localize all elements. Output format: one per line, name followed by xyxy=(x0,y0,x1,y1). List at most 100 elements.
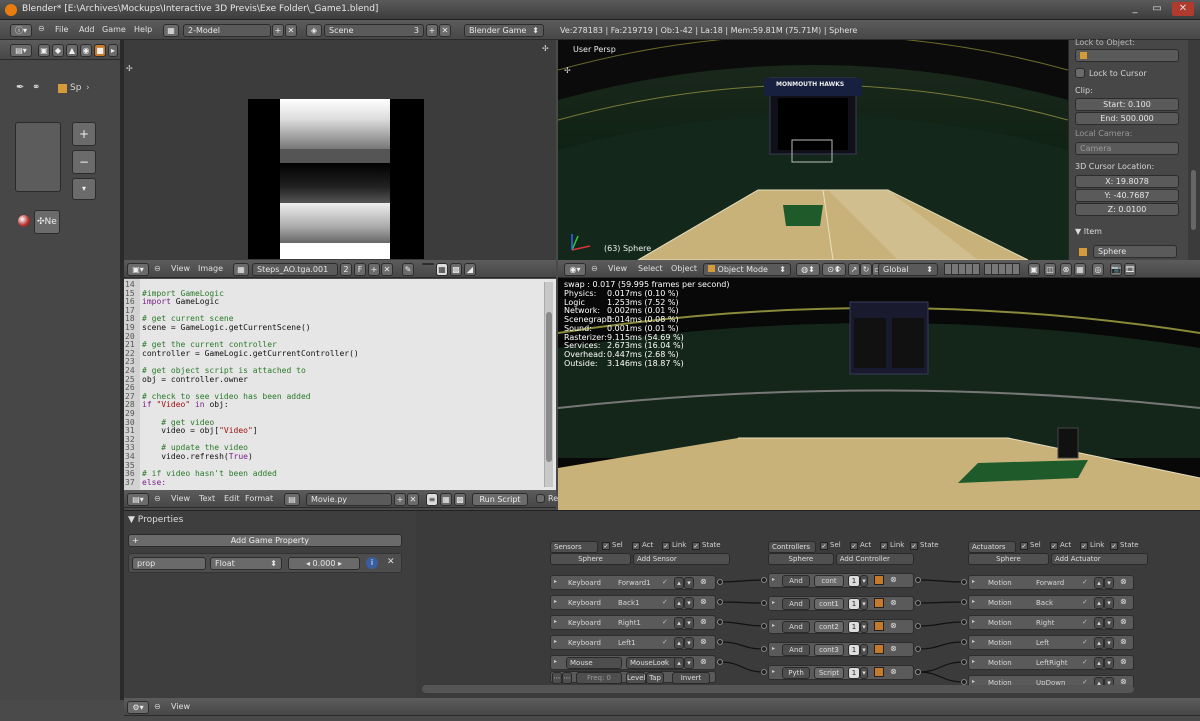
property-name-field[interactable]: prop xyxy=(132,557,206,570)
local-camera-field[interactable]: Camera xyxy=(1075,142,1179,155)
pin-icon[interactable]: ✓ xyxy=(662,658,668,666)
expand-arrow-icon[interactable]: ▸ xyxy=(772,576,775,583)
curves-button[interactable]: ◢ xyxy=(464,263,476,276)
move-down-button[interactable]: ▾ xyxy=(1104,577,1114,589)
level-button[interactable]: Level xyxy=(626,672,646,684)
toolbar-icon-6[interactable]: ▸ xyxy=(108,44,118,57)
image-remove-button[interactable]: ✕ xyxy=(381,263,393,276)
render-only-button[interactable]: ◫ xyxy=(1044,263,1056,276)
menu-file[interactable]: File xyxy=(55,24,68,36)
filter-checkbox[interactable]: ✓ xyxy=(602,542,610,550)
editor-type-info-button[interactable]: ⓘ▾ xyxy=(10,24,32,37)
expand-arrow-icon[interactable]: ▸ xyxy=(772,668,775,675)
editor-type-text-button[interactable]: ▤▾ xyxy=(127,493,149,506)
move-up-button[interactable]: ▴ xyxy=(674,597,684,609)
filter-checkbox[interactable]: ✓ xyxy=(632,542,640,550)
cursor-x-field[interactable]: X: 19.8078 xyxy=(1075,175,1179,188)
corner-widget-icon[interactable]: ✢ xyxy=(126,64,133,73)
logic-type-dropdown[interactable]: Actuators xyxy=(968,541,1016,553)
expand-arrow-icon[interactable]: ▸ xyxy=(972,578,975,585)
orientation-dropdown[interactable]: Global⬍ xyxy=(878,263,938,276)
logic-hscrollbar[interactable] xyxy=(422,685,1134,693)
item-panel-toggle[interactable]: ▼ Item xyxy=(1075,227,1102,236)
remove-brick-button[interactable]: ⊗ xyxy=(700,637,707,646)
menu-edit[interactable]: Edit xyxy=(224,493,240,505)
viewport-shading-dropdown[interactable]: ◍⬍ xyxy=(796,263,820,276)
controller-type-dropdown[interactable]: And xyxy=(782,644,810,656)
text-remove-button[interactable]: ✕ xyxy=(407,493,419,506)
move-up-button[interactable]: ▴ xyxy=(1094,617,1104,629)
material-slot-list[interactable] xyxy=(15,122,61,192)
property-type-dropdown[interactable]: Float⬍ xyxy=(210,557,282,570)
clip-start-field[interactable]: Start: 0.100 xyxy=(1075,98,1179,111)
move-down-button[interactable]: ▾ xyxy=(1104,657,1114,669)
opengl-anim-button[interactable]: 🎞 xyxy=(1124,263,1136,276)
preference-icon[interactable] xyxy=(874,644,884,654)
corner-widget-icon[interactable]: ✢ xyxy=(564,66,571,75)
snap-element-dropdown[interactable]: ▦ xyxy=(1074,263,1086,276)
text-browse-icon[interactable]: ▤ xyxy=(284,493,300,506)
screen-layout-field[interactable]: 2-Model xyxy=(183,24,271,37)
pulse-true-button[interactable]: ⋯ xyxy=(552,672,562,684)
filter-checkbox[interactable]: ✓ xyxy=(1110,542,1118,550)
filter-checkbox[interactable]: ✓ xyxy=(1080,542,1088,550)
corner-widget-icon[interactable]: ✢ xyxy=(542,44,549,53)
menu-object[interactable]: Object xyxy=(671,263,697,275)
text-scrollbar[interactable] xyxy=(544,282,553,487)
scene-icon[interactable]: ◈ xyxy=(306,24,322,37)
controller-name-field[interactable]: cont xyxy=(814,575,844,587)
filter-checkbox[interactable]: ✓ xyxy=(850,542,858,550)
image-users-count[interactable]: 2 xyxy=(340,263,352,276)
menu-view[interactable]: View xyxy=(171,701,190,713)
pin-icon[interactable]: ✓ xyxy=(662,598,668,606)
controller-name-field[interactable]: cont1 xyxy=(814,598,844,610)
move-up-button[interactable]: ▴ xyxy=(1094,597,1104,609)
collapse-menu-icon[interactable]: ⊖ xyxy=(591,264,598,273)
text-add-button[interactable]: + xyxy=(394,493,406,506)
controller-name-field[interactable]: Script xyxy=(814,667,844,679)
expand-arrow-icon[interactable]: ▸ xyxy=(972,618,975,625)
info-icon[interactable]: i xyxy=(366,557,378,569)
pin-icon[interactable]: ✓ xyxy=(1082,578,1088,586)
menu-view[interactable]: View xyxy=(171,263,190,275)
layer-buttons-1[interactable] xyxy=(944,263,980,275)
remove-property-button[interactable]: ✕ xyxy=(387,557,395,567)
preference-icon[interactable] xyxy=(874,621,884,631)
toolbar-icon-3[interactable]: ▲ xyxy=(66,44,78,57)
slot-menu-button[interactable]: ▾ xyxy=(72,178,96,200)
collapse-menu-icon[interactable]: ⊖ xyxy=(154,264,161,273)
remove-brick-button[interactable]: ⊗ xyxy=(700,577,707,586)
filter-checkbox[interactable]: ✓ xyxy=(662,542,670,550)
expand-arrow-icon[interactable]: ▸ xyxy=(554,618,557,625)
filter-checkbox[interactable]: ✓ xyxy=(820,542,828,550)
screen-remove-button[interactable]: ✕ xyxy=(285,24,297,37)
n-panel-scrollbar[interactable] xyxy=(1188,40,1200,260)
translate-manipulator[interactable]: ↗ xyxy=(848,263,860,276)
state-menu-button[interactable]: ▾ xyxy=(860,644,868,656)
add-logic-brick-dropdown[interactable]: Add Controller xyxy=(836,553,914,565)
render-engine-dropdown[interactable]: Blender Game⬍ xyxy=(464,24,544,37)
controller-type-dropdown[interactable]: And xyxy=(782,575,810,587)
maximize-button[interactable]: ▭ xyxy=(1150,2,1164,16)
remove-brick-button[interactable]: ⊗ xyxy=(700,617,707,626)
controller-state-field[interactable]: 1 xyxy=(848,621,860,633)
move-up-button[interactable]: ▴ xyxy=(674,637,684,649)
controller-state-field[interactable]: 1 xyxy=(848,575,860,587)
expand-arrow-icon[interactable]: ▸ xyxy=(554,598,557,605)
scene-field[interactable]: Scene3 xyxy=(324,24,424,37)
run-script-button[interactable]: Run Script xyxy=(472,493,528,506)
menu-select[interactable]: Select xyxy=(638,263,663,275)
move-down-button[interactable]: ▾ xyxy=(684,617,694,629)
layer-buttons-2[interactable] xyxy=(984,263,1020,275)
menu-help[interactable]: Help xyxy=(134,24,152,36)
state-menu-button[interactable]: ▾ xyxy=(860,621,868,633)
display-channels-button[interactable] xyxy=(422,263,434,265)
controller-state-field[interactable]: 1 xyxy=(848,644,860,656)
controller-state-field[interactable]: 1 xyxy=(848,598,860,610)
cursor-y-field[interactable]: Y: -40.7687 xyxy=(1075,189,1179,202)
collapse-menu-icon[interactable]: ⊖ xyxy=(154,702,161,711)
tap-button[interactable]: Tap xyxy=(646,672,664,684)
state-menu-button[interactable]: ▾ xyxy=(860,667,868,679)
game-viewport[interactable]: swap : 0.017 (59.995 frames per second) … xyxy=(558,278,1200,510)
expand-arrow-icon[interactable]: ▸ xyxy=(554,578,557,585)
